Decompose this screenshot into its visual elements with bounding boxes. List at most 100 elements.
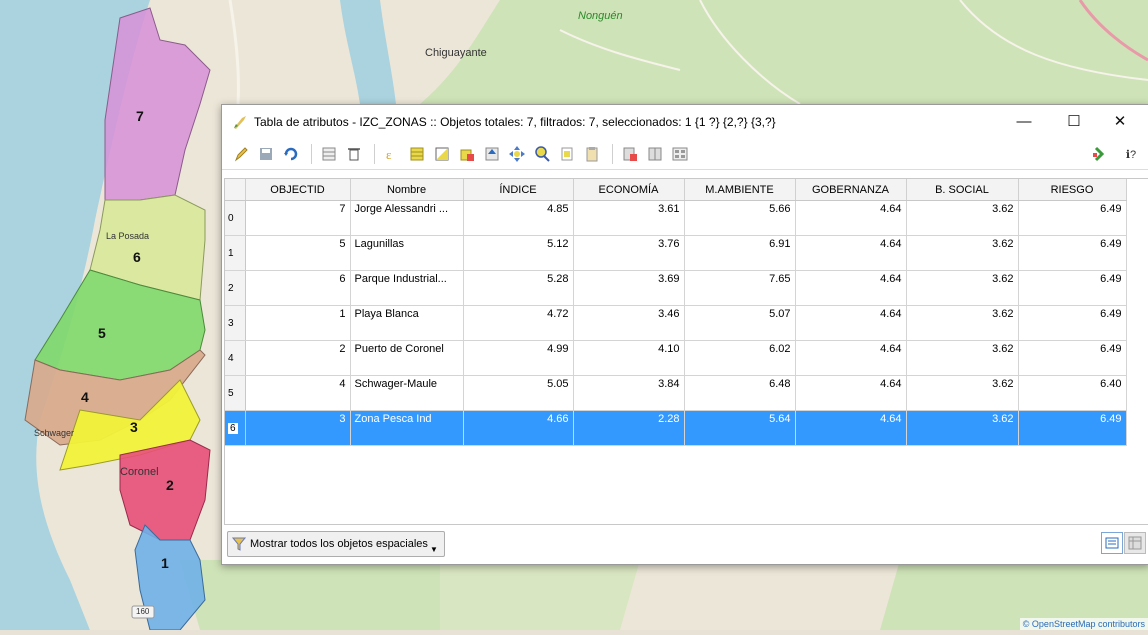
cell-riesgo[interactable]: 6.49 [1018,235,1127,271]
invert-selection-icon[interactable] [431,143,453,165]
cell-riesgo[interactable]: 6.40 [1018,375,1127,411]
table-row[interactable]: 0 7 Jorge Alessandri ... 4.85 3.61 5.66 … [225,200,1127,236]
select-all-icon[interactable] [406,143,428,165]
cell-nombre[interactable]: Lagunillas [350,235,464,271]
cell-objectid[interactable]: 3 [245,410,351,446]
cell-nombre[interactable]: Schwager-Maule [350,375,464,411]
table-row[interactable]: 4 2 Puerto de Coronel 4.99 4.10 6.02 4.6… [225,340,1127,376]
cell-riesgo[interactable]: 6.49 [1018,200,1127,236]
field-calculator-icon[interactable] [669,143,691,165]
cell-social[interactable]: 3.62 [906,235,1019,271]
cell-gobernanza[interactable]: 4.64 [795,340,907,376]
cell-ambiente[interactable]: 5.66 [684,200,796,236]
cell-indice[interactable]: 4.85 [463,200,574,236]
row-header[interactable]: 6 [225,410,246,446]
move-top-icon[interactable] [481,143,503,165]
cell-social[interactable]: 3.62 [906,270,1019,306]
cell-social[interactable]: 3.62 [906,200,1019,236]
help-button[interactable]: ℹ? [1120,143,1142,165]
edit-pencil-icon[interactable] [230,143,252,165]
cell-economia[interactable]: 3.76 [573,235,685,271]
cell-social[interactable]: 3.62 [906,410,1019,446]
table-row[interactable]: 1 5 Lagunillas 5.12 3.76 6.91 4.64 3.62 … [225,235,1127,271]
row-header[interactable]: 5 [225,375,246,411]
cell-indice[interactable]: 5.28 [463,270,574,306]
cell-nombre[interactable]: Playa Blanca [350,305,464,341]
reload-icon[interactable] [280,143,302,165]
cell-economia[interactable]: 4.10 [573,340,685,376]
delete-icon[interactable] [343,143,365,165]
cell-ambiente[interactable]: 6.48 [684,375,796,411]
column-header-economia[interactable]: ECONOMÍA [573,179,685,201]
cell-gobernanza[interactable]: 4.64 [795,235,907,271]
cell-objectid[interactable]: 1 [245,305,351,341]
cell-gobernanza[interactable]: 4.64 [795,410,907,446]
cell-nombre[interactable]: Zona Pesca Ind [350,410,464,446]
conditional-format-icon[interactable] [1088,143,1110,165]
cell-objectid[interactable]: 2 [245,340,351,376]
cell-ambiente[interactable]: 5.07 [684,305,796,341]
column-header-indice[interactable]: ÍNDICE [463,179,574,201]
cell-indice[interactable]: 5.12 [463,235,574,271]
corner-header[interactable] [225,179,246,201]
close-button[interactable]: ✕ [1098,105,1142,137]
cell-riesgo[interactable]: 6.49 [1018,340,1127,376]
column-header-gobernanza[interactable]: GOBERNANZA [795,179,907,201]
save-icon[interactable] [255,143,277,165]
row-header[interactable]: 4 [225,340,246,376]
cell-gobernanza[interactable]: 4.64 [795,305,907,341]
column-header-social[interactable]: B. SOCIAL [906,179,1019,201]
cell-indice[interactable]: 4.99 [463,340,574,376]
column-header-ambiente[interactable]: M.AMBIENTE [684,179,796,201]
minimize-button[interactable]: — [1002,105,1046,137]
cell-ambiente[interactable]: 6.02 [684,340,796,376]
column-header-riesgo[interactable]: RIESGO [1018,179,1127,201]
maximize-button[interactable]: ☐ [1052,105,1096,137]
cell-social[interactable]: 3.62 [906,340,1019,376]
cell-nombre[interactable]: Jorge Alessandri ... [350,200,464,236]
cell-gobernanza[interactable]: 4.64 [795,375,907,411]
cell-objectid[interactable]: 5 [245,235,351,271]
cell-gobernanza[interactable]: 4.64 [795,200,907,236]
cell-riesgo[interactable]: 6.49 [1018,305,1127,341]
filter-dropdown-button[interactable]: Mostrar todos los objetos espaciales ▼ [227,531,445,557]
new-column-icon[interactable] [644,143,666,165]
table-row-selected[interactable]: 6 3 Zona Pesca Ind 4.66 2.28 5.64 4.64 3… [225,410,1127,446]
cell-indice[interactable]: 4.72 [463,305,574,341]
table-row[interactable]: 2 6 Parque Industrial... 5.28 3.69 7.65 … [225,270,1127,306]
cell-economia[interactable]: 3.46 [573,305,685,341]
cell-objectid[interactable]: 7 [245,200,351,236]
cell-economia[interactable]: 2.28 [573,410,685,446]
row-header[interactable]: 0 [225,200,246,236]
zoom-to-icon[interactable] [531,143,553,165]
cell-indice[interactable]: 5.05 [463,375,574,411]
cell-riesgo[interactable]: 6.49 [1018,270,1127,306]
cell-economia[interactable]: 3.84 [573,375,685,411]
form-view-button[interactable] [1124,532,1146,554]
map-attribution[interactable]: © OpenStreetMap contributors [1019,618,1148,630]
window-titlebar[interactable]: Tabla de atributos - IZC_ZONAS :: Objeto… [222,105,1148,139]
table-row[interactable]: 3 1 Playa Blanca 4.72 3.46 5.07 4.64 3.6… [225,305,1127,341]
row-header[interactable]: 1 [225,235,246,271]
select-expression-icon[interactable]: ε [381,143,403,165]
cell-objectid[interactable]: 4 [245,375,351,411]
column-header-nombre[interactable]: Nombre [350,179,464,201]
cell-social[interactable]: 3.62 [906,305,1019,341]
column-header-objectid[interactable]: OBJECTID [245,179,351,201]
cell-indice[interactable]: 4.66 [463,410,574,446]
paste-icon[interactable] [581,143,603,165]
row-header[interactable]: 3 [225,305,246,341]
cell-social[interactable]: 3.62 [906,375,1019,411]
row-header[interactable]: 2 [225,270,246,306]
cell-ambiente[interactable]: 5.64 [684,410,796,446]
cell-economia[interactable]: 3.61 [573,200,685,236]
cell-economia[interactable]: 3.69 [573,270,685,306]
cell-nombre[interactable]: Puerto de Coronel [350,340,464,376]
cell-gobernanza[interactable]: 4.64 [795,270,907,306]
pan-to-icon[interactable] [506,143,528,165]
cell-nombre[interactable]: Parque Industrial... [350,270,464,306]
table-view-button[interactable] [1101,532,1123,554]
cell-objectid[interactable]: 6 [245,270,351,306]
delete-attribute-icon[interactable] [318,143,340,165]
deselect-icon[interactable] [456,143,478,165]
